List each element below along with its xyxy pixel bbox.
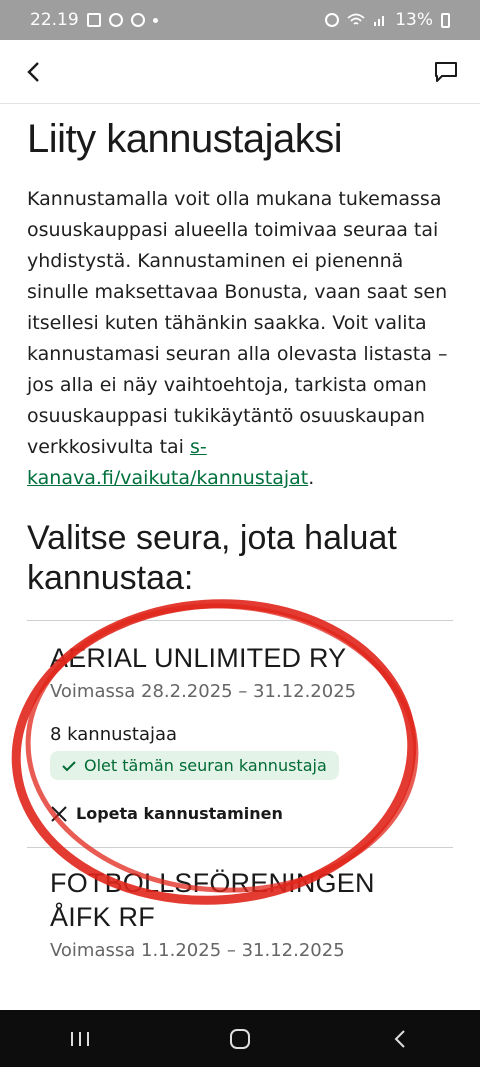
notification-dot-icon xyxy=(152,17,158,23)
signal-icon xyxy=(374,16,385,26)
battery-percent: 13% xyxy=(395,10,433,30)
gallery-icon xyxy=(86,13,101,27)
home-icon xyxy=(230,1028,250,1049)
status-badge: Olet tämän seuran kannustaja xyxy=(50,751,339,780)
back-arrow-icon xyxy=(394,1029,405,1048)
battery-icon xyxy=(441,12,450,28)
chevron-left-icon xyxy=(27,62,39,82)
chat-icon xyxy=(435,62,457,82)
app-bar xyxy=(0,40,480,104)
section-heading: Valitse seura, jota haluat kannustaa: xyxy=(27,519,397,597)
back-button[interactable] xyxy=(18,54,48,90)
home-button[interactable] xyxy=(210,1019,270,1059)
club-validity: Voimassa 1.1.2025 – 31.12.2025 xyxy=(50,940,345,961)
intro-text: Kannustamalla voit olla mukana tukemassa… xyxy=(27,188,448,489)
page-title: Liity kannustajaksi xyxy=(27,117,343,161)
supporter-count: 8 kannustajaa xyxy=(50,724,178,745)
alarm-icon xyxy=(325,13,340,27)
check-icon xyxy=(62,760,76,771)
club-name: FOTBOLLSFÖRENINGEN ÅIFK RF xyxy=(50,868,375,932)
gear-icon xyxy=(130,13,145,27)
club-card[interactable]: AERIAL UNLIMITED RY Voimassa 28.2.2025 –… xyxy=(0,621,480,847)
back-nav-button[interactable] xyxy=(370,1019,430,1059)
whatsapp-icon xyxy=(108,13,123,27)
clock: 22.19 xyxy=(30,10,79,30)
club-card[interactable]: FOTBOLLSFÖRENINGEN ÅIFK RF Voimassa 1.1.… xyxy=(0,848,480,961)
status-bar: 22.19 13% xyxy=(0,0,480,40)
club-validity: Voimassa 28.2.2025 – 31.12.2025 xyxy=(50,681,357,702)
page-content[interactable]: Liity kannustajaksi Kannustamalla voit o… xyxy=(0,104,480,1010)
stop-supporting-button[interactable]: Lopeta kannustaminen xyxy=(50,804,430,823)
club-name: AERIAL UNLIMITED RY xyxy=(50,643,347,673)
recent-apps-button[interactable] xyxy=(50,1019,110,1059)
system-nav-bar xyxy=(0,1010,480,1067)
wifi-icon xyxy=(347,13,365,25)
chat-button[interactable] xyxy=(428,54,464,90)
close-icon xyxy=(51,805,67,822)
recent-apps-icon xyxy=(71,1031,89,1046)
